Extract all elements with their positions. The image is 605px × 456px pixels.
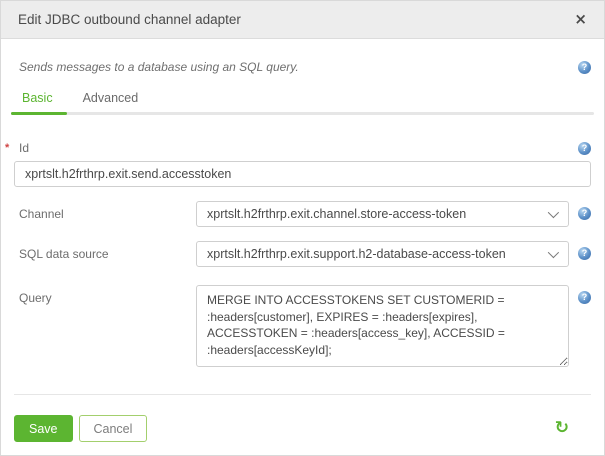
query-textarea[interactable]: MERGE INTO ACCESSTOKENS SET CUSTOMERID =… (196, 285, 569, 367)
chevron-down-icon (547, 206, 560, 219)
save-button[interactable]: Save (14, 415, 73, 442)
channel-select-value: xprtslt.h2frthrp.exit.channel.store-acce… (207, 207, 467, 221)
help-icon[interactable]: ? (578, 141, 591, 155)
cancel-button[interactable]: Cancel (78, 415, 148, 442)
query-label: Query (19, 291, 52, 305)
refresh-icon[interactable]: ↻ (555, 420, 569, 437)
description-row: Sends messages to a database using an SQ… (14, 60, 591, 74)
tab-basic[interactable]: Basic (11, 91, 67, 115)
edit-jdbc-adapter-dialog: Edit JDBC outbound channel adapter × Sen… (0, 0, 605, 456)
dialog-header: Edit JDBC outbound channel adapter × (1, 1, 604, 39)
dialog-body: Sends messages to a database using an SQ… (1, 60, 604, 372)
chevron-down-icon (547, 246, 560, 259)
id-label: Id (19, 141, 30, 155)
query-row: Query MERGE INTO ACCESSTOKENS SET CUSTOM… (14, 285, 591, 372)
help-icon[interactable]: ? (578, 247, 591, 260)
required-marker: * (5, 142, 10, 154)
sql-data-source-select-value: xprtslt.h2frthrp.exit.support.h2-databas… (207, 247, 506, 261)
dialog-description: Sends messages to a database using an SQ… (19, 60, 299, 74)
dialog-title: Edit JDBC outbound channel adapter (18, 12, 241, 27)
id-input[interactable] (14, 161, 591, 187)
channel-row: Channel xprtslt.h2frthrp.exit.channel.st… (14, 201, 591, 227)
tab-bar: Basic Advanced (11, 91, 594, 115)
help-icon[interactable]: ? (578, 207, 591, 220)
dialog-footer: Save Cancel ↻ (14, 394, 591, 442)
sql-data-source-select[interactable]: xprtslt.h2frthrp.exit.support.h2-databas… (196, 241, 569, 267)
tab-advanced[interactable]: Advanced (75, 91, 147, 115)
id-label-row: * Id ? (5, 141, 591, 155)
help-icon[interactable]: ? (578, 291, 591, 304)
channel-label: Channel (19, 207, 64, 221)
close-icon[interactable]: × (574, 12, 587, 27)
sql-data-source-row: SQL data source xprtslt.h2frthrp.exit.su… (14, 241, 591, 267)
channel-select[interactable]: xprtslt.h2frthrp.exit.channel.store-acce… (196, 201, 569, 227)
help-icon[interactable]: ? (578, 60, 591, 74)
sql-data-source-label: SQL data source (19, 247, 109, 261)
